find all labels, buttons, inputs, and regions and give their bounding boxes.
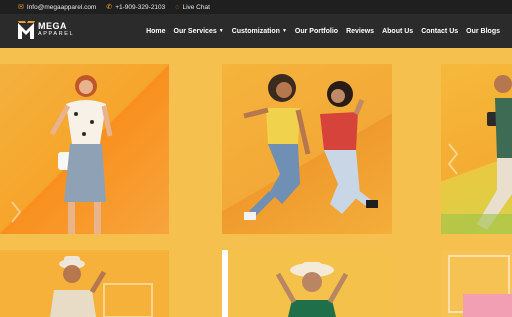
- nav-item-our-services[interactable]: Our Services ▼: [174, 28, 224, 35]
- man-plaid-shirt-figure: [441, 75, 512, 234]
- top-info-bar: ✉ Info@megaapparel.com ✆ +1-909-329-2103…: [0, 0, 512, 14]
- nav-item-our-portfolio[interactable]: Our Portfolio: [295, 28, 338, 35]
- woman-sunhat-figure: [275, 262, 349, 317]
- chevron-down-icon: ▼: [281, 28, 287, 34]
- site-logo[interactable]: MEGA APPAREL: [18, 21, 74, 39]
- mail-icon: ✉: [18, 3, 24, 11]
- live-chat-text[interactable]: Live Chat: [182, 4, 209, 11]
- chevron-down-icon: ▼: [218, 28, 224, 34]
- nav-item-about-us[interactable]: About Us: [382, 28, 413, 35]
- model-photo-two-women-jumping[interactable]: [222, 64, 392, 234]
- phone-icon: ✆: [106, 3, 113, 11]
- nav-menu: Home Our Services ▼ Customization ▼ Our Po…: [146, 14, 500, 48]
- woman-floral-top-figure: [11, 75, 113, 234]
- live-chat-link[interactable]: ◌ Live Chat: [175, 4, 210, 11]
- email-contact[interactable]: ✉ Info@megaapparel.com: [18, 4, 96, 11]
- logo-line1: MEGA: [38, 21, 67, 32]
- logo-line2: APPAREL: [38, 31, 75, 38]
- logo-mark-icon: [18, 21, 35, 39]
- nav-item-our-blogs[interactable]: Our Blogs: [466, 28, 500, 35]
- email-text[interactable]: Info@megaapparel.com: [27, 4, 96, 11]
- nav-item-reviews[interactable]: Reviews: [346, 28, 374, 35]
- man-hat-figure: [50, 256, 153, 317]
- partial-photo-shapes: [448, 255, 512, 317]
- chat-icon: ◌: [175, 3, 180, 11]
- nav-item-customization[interactable]: Customization ▼: [232, 28, 287, 35]
- two-women-jumping-figure: [243, 74, 378, 220]
- nav-item-contact-us[interactable]: Contact Us: [421, 28, 458, 35]
- nav-item-home[interactable]: Home: [146, 28, 165, 35]
- phone-contact[interactable]: ✆ +1-909-329-2103: [106, 4, 165, 11]
- model-photo-man-plaid-shirt[interactable]: [441, 64, 512, 234]
- phone-text[interactable]: +1-909-329-2103: [115, 4, 165, 11]
- model-photo-man-hat[interactable]: [0, 250, 169, 317]
- model-photo-partial[interactable]: [441, 250, 512, 317]
- main-navbar: MEGA APPAREL Home Our Services ▼ Customiz…: [0, 14, 512, 48]
- model-photo-woman-floral-top[interactable]: [0, 64, 169, 234]
- model-photo-woman-sunhat[interactable]: [222, 250, 392, 317]
